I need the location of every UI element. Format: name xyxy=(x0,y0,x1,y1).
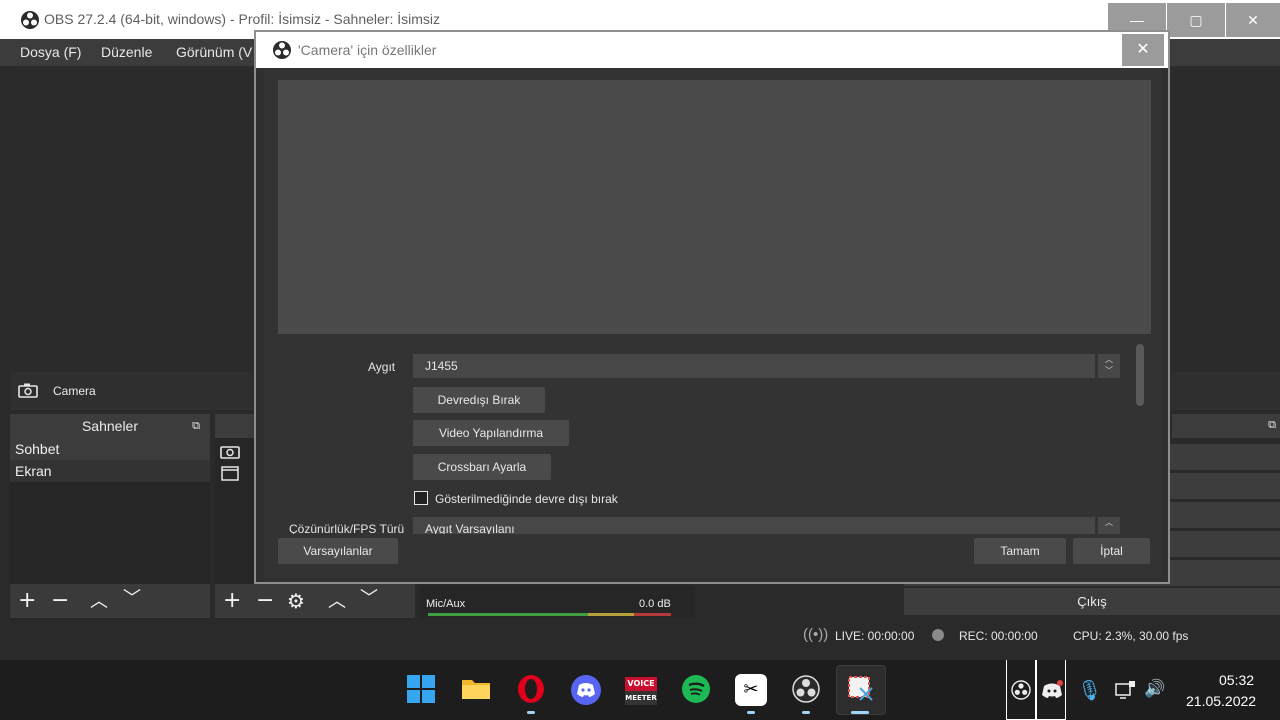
windows-logo-icon xyxy=(407,675,435,703)
obs-logo-icon xyxy=(21,11,39,29)
volume-meter-green xyxy=(428,613,588,616)
obs-taskbar-icon[interactable] xyxy=(790,674,822,706)
volume-meter-red xyxy=(634,613,671,616)
audio-mixer: Mic/Aux 0.0 dB xyxy=(420,586,695,618)
cpu-status: CPU: 2.3%, 30.00 fps xyxy=(1073,629,1189,643)
resolution-select[interactable]: Aygıt Varsayılanı xyxy=(413,517,1095,534)
deactivate-when-hidden-checkbox[interactable] xyxy=(414,491,428,505)
start-button[interactable] xyxy=(405,674,437,706)
dialog-body: Aygıt J1455 ︿ ﹀ Devredışı Bırak Video Yap… xyxy=(264,68,1162,578)
menu-view[interactable]: Görünüm (V xyxy=(176,44,252,60)
device-select[interactable]: J1455 xyxy=(413,354,1095,378)
voicemeeter-label-top: VOICE xyxy=(625,677,657,691)
menu-edit[interactable]: Düzenle xyxy=(101,44,152,60)
close-button[interactable]: ✕ xyxy=(1226,3,1280,37)
crossbar-button[interactable]: Crossbarı Ayarla xyxy=(413,454,551,480)
running-indicator xyxy=(527,711,535,714)
rec-timer: REC: 00:00:00 xyxy=(959,629,1038,643)
clock-time[interactable]: 05:32 xyxy=(1219,672,1254,688)
device-label: Aygıt xyxy=(368,360,396,374)
properties-dialog: 'Camera' için özellikler ✕ Aygıt J1455 ︿… xyxy=(254,30,1170,584)
resolution-row-clip: Çözünürlük/FPS Türü Aygıt Varsayılanı ︿ xyxy=(264,514,1162,534)
running-indicator xyxy=(802,711,810,714)
source-window-icon xyxy=(221,466,239,485)
scene-item[interactable]: Sohbet xyxy=(10,438,210,460)
obs-logo-icon xyxy=(273,41,291,59)
voicemeeter-icon[interactable]: VOICE MEETER xyxy=(625,674,657,706)
scenes-dock-header: Sahneler ⧉ xyxy=(10,414,210,438)
add-icon[interactable]: + xyxy=(18,590,36,612)
dialog-close-button[interactable]: ✕ xyxy=(1122,34,1164,66)
file-explorer-icon[interactable] xyxy=(460,674,492,706)
exit-button[interactable]: Çıkış xyxy=(904,588,1280,615)
undock-icon[interactable]: ⧉ xyxy=(192,414,200,438)
snipping-tool-icon[interactable] xyxy=(845,674,877,706)
camera-icon xyxy=(18,383,38,398)
sources-toolbar: + − ⚙ ︿ ﹀ xyxy=(215,584,415,618)
move-up-icon[interactable]: ︿ xyxy=(328,591,346,613)
menu-file[interactable]: Dosya (F) xyxy=(20,44,81,60)
scrollbar-thumb[interactable] xyxy=(1136,344,1144,406)
maximize-button[interactable]: ▢ xyxy=(1167,3,1225,37)
discord-icon[interactable] xyxy=(570,674,602,706)
mixer-channel-name: Mic/Aux xyxy=(426,598,466,610)
gear-icon[interactable]: ⚙ xyxy=(287,590,305,612)
device-spinner[interactable]: ︿ ﹀ xyxy=(1098,354,1120,378)
opera-icon[interactable] xyxy=(515,674,547,706)
dialog-title-bar: 'Camera' için özellikler ✕ xyxy=(256,32,1168,68)
broadcast-icon: ((•)) xyxy=(803,626,829,643)
source-name: Camera xyxy=(53,384,96,398)
discord-tray-icon xyxy=(1042,680,1063,698)
resolution-label: Çözünürlük/FPS Türü xyxy=(289,522,405,534)
spotify-icon[interactable] xyxy=(680,674,712,706)
add-icon[interactable]: + xyxy=(223,590,241,612)
status-bar: ((•)) LIVE: 00:00:00 REC: 00:00:00 CPU: … xyxy=(0,620,1280,652)
move-down-icon[interactable]: ﹀ xyxy=(123,588,141,610)
resolution-spinner[interactable]: ︿ xyxy=(1098,517,1120,534)
voicemeeter-label-bottom: MEETER xyxy=(625,691,657,705)
obs-tray-icon xyxy=(1011,680,1031,700)
capcut-icon[interactable]: ✂ xyxy=(735,674,767,706)
tray-obs[interactable] xyxy=(1006,660,1036,720)
active-indicator xyxy=(851,711,869,714)
tray-discord[interactable] xyxy=(1036,660,1066,720)
cancel-button[interactable]: İptal xyxy=(1073,538,1150,564)
network-icon[interactable] xyxy=(1114,680,1136,700)
move-up-icon[interactable]: ︿ xyxy=(90,591,108,613)
mixer-db-value: 0.0 dB xyxy=(639,598,671,610)
scenes-dock-title: Sahneler xyxy=(81,418,139,434)
source-camera-icon xyxy=(220,444,240,463)
video-config-button[interactable]: Video Yapılandırma xyxy=(413,420,569,446)
deactivate-button[interactable]: Devredışı Bırak xyxy=(413,387,545,413)
move-down-icon[interactable]: ﹀ xyxy=(360,588,378,610)
live-timer: LIVE: 00:00:00 xyxy=(835,629,915,643)
record-icon xyxy=(932,629,944,641)
checkbox-label: Gösterilmediğinde devre dışı bırak xyxy=(435,492,618,506)
undock-icon[interactable]: ⧉ xyxy=(1268,418,1276,432)
controls-dock-header: ⧉ xyxy=(1172,414,1280,438)
volume-icon[interactable]: 🔊 xyxy=(1144,679,1165,699)
scenes-toolbar: + − ︿ ﹀ xyxy=(10,584,210,618)
taskbar: VOICE MEETER ✂ 🎙 🔊 05:32 21.05.2022 xyxy=(0,660,1280,720)
remove-icon[interactable]: − xyxy=(51,590,69,612)
window-title: OBS 27.2.4 (64-bit, windows) - Profil: İ… xyxy=(44,11,441,27)
dialog-title: 'Camera' için özellikler xyxy=(298,42,437,58)
camera-preview xyxy=(278,80,1151,334)
clock-date[interactable]: 21.05.2022 xyxy=(1186,693,1256,709)
scenes-dock: Sahneler ⧉ Sohbet Ekran + − ︿ ﹀ xyxy=(10,414,210,619)
running-indicator xyxy=(747,711,755,714)
ok-button[interactable]: Tamam xyxy=(974,538,1066,564)
defaults-button[interactable]: Varsayılanlar xyxy=(278,538,398,564)
microphone-icon[interactable]: 🎙 xyxy=(1077,678,1102,702)
remove-icon[interactable]: − xyxy=(256,590,274,612)
volume-meter-yellow xyxy=(588,613,634,616)
scene-item[interactable]: Ekran xyxy=(10,460,210,482)
scenes-list: Sohbet Ekran xyxy=(10,438,210,482)
